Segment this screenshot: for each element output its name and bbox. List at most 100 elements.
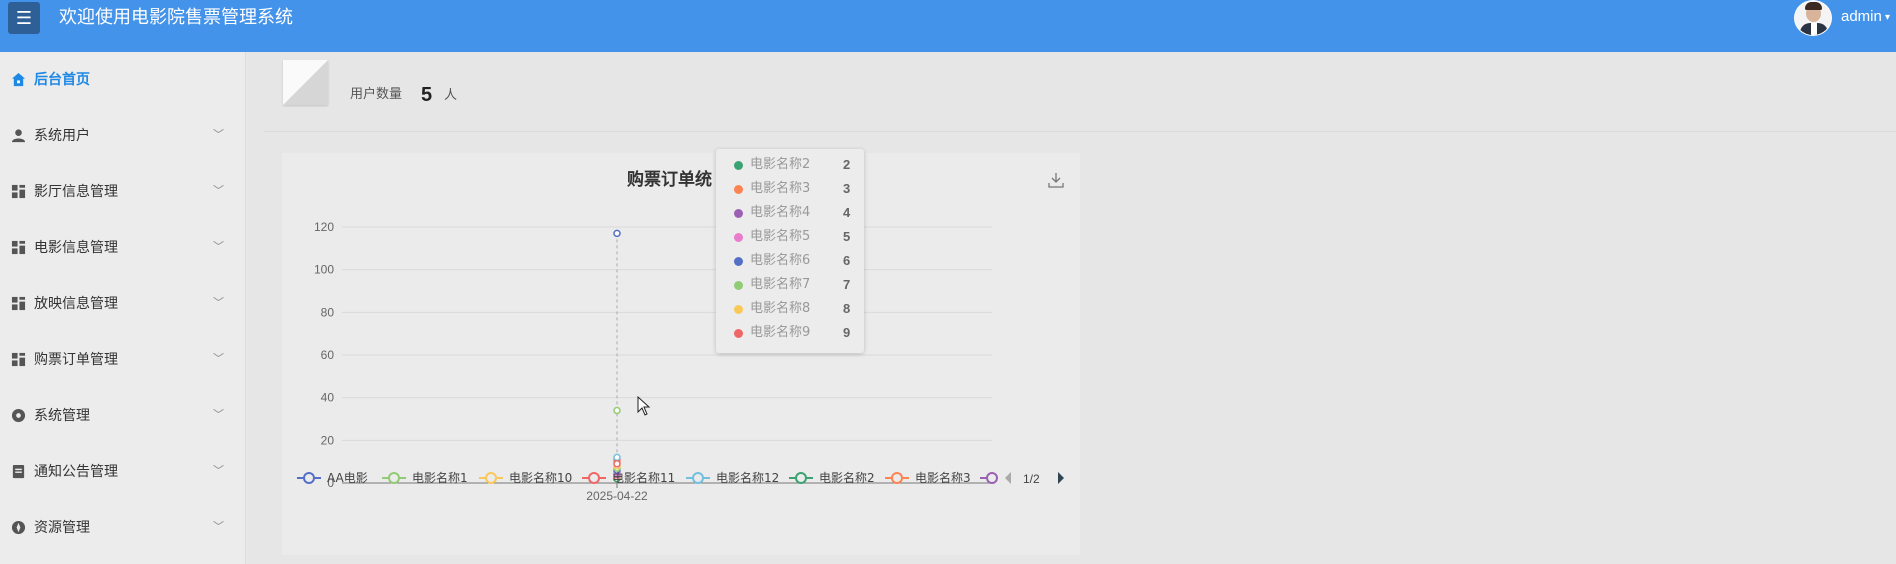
chevron-down-icon: ﹀: [213, 241, 224, 253]
chart-tooltip: 电影名称2 2 电影名称3 3 电影名称4 4 电影名称5 5 电影名称6 6 电影名称7 7 电影名称…: [716, 149, 864, 353]
y-tick-label: 120: [314, 220, 334, 234]
main-content: 用户数量 5 人 0 20 40 60 80 100 120 2025-04-22 AA电影 电影…: [247, 52, 1896, 564]
x-tick-label: 2025-04-22: [586, 489, 648, 503]
y-tick-label: 80: [321, 305, 335, 319]
legend-label: 电影名称3: [915, 470, 971, 485]
tooltip-row: 电影名称5 5: [716, 227, 864, 249]
hamburger-icon[interactable]: ☰: [8, 2, 40, 34]
tooltip-series-name: 电影名称3: [750, 181, 811, 196]
chevron-down-icon: ﹀: [213, 185, 224, 197]
legend-marker: [303, 472, 315, 484]
chevron-down-icon: ﹀: [213, 409, 224, 421]
sidebar-item-label: 通知公告管理: [34, 464, 118, 480]
sidebar-item-system-users[interactable]: 系统用户 ﹀: [0, 116, 246, 156]
stat-value: 5: [421, 84, 433, 106]
chevron-down-icon: ﹀: [213, 297, 224, 309]
download-icon[interactable]: [1048, 172, 1064, 188]
tooltip-row: 电影名称9 9: [716, 323, 864, 345]
order-chart: 0204060801001202025-04-22AA电影 电影名称1 电影名称10…: [297, 220, 1064, 503]
sidebar-item-notice-management[interactable]: 通知公告管理 ﹀: [0, 452, 246, 492]
y-tick-label: 60: [321, 348, 335, 362]
chevron-down-icon: ﹀: [213, 521, 224, 533]
top-header: ☰ 欢迎使用电影院售票管理系统 admin ▾: [0, 0, 1896, 52]
tooltip-series-value: 7: [843, 277, 851, 292]
sidebar-item-home[interactable]: 后台首页: [0, 60, 246, 100]
series-dot-icon: [734, 329, 743, 338]
sidebar-item-resource-management[interactable]: 资源管理 ﹀: [0, 508, 246, 548]
sidebar-item-screening-management[interactable]: 放映信息管理 ﹀: [0, 284, 246, 324]
legend-next-icon[interactable]: [1058, 472, 1064, 484]
series-point-4: [613, 453, 621, 462]
sidebar-item-label: 系统用户: [34, 128, 90, 144]
tooltip-series-name: 电影名称7: [750, 277, 811, 292]
app-title: 欢迎使用电影院售票管理系统: [59, 7, 293, 28]
tooltip-series-value: 5: [843, 229, 851, 244]
tooltip-series-value: 2: [843, 157, 851, 172]
sidebar-item-system-management[interactable]: 系统管理 ﹀: [0, 396, 246, 436]
legend-marker: [588, 472, 600, 484]
gear-icon: [11, 408, 26, 423]
chevron-down-icon[interactable]: ▾: [1885, 8, 1890, 28]
y-tick-label: 20: [321, 433, 335, 447]
legend-marker: [388, 472, 400, 484]
grid-icon: [11, 184, 26, 199]
series-dot-icon: [734, 161, 743, 170]
compass-icon: [11, 520, 26, 535]
grid-icon: [11, 296, 26, 311]
series-dot-icon: [734, 257, 743, 266]
user-name[interactable]: admin: [1841, 7, 1882, 27]
tooltip-series-value: 3: [843, 181, 851, 196]
tooltip-row: 电影名称3 3: [716, 179, 864, 201]
tooltip-series-name: 电影名称2: [750, 157, 811, 172]
series-dot-icon: [734, 305, 743, 314]
sidebar-item-label: 影厅信息管理: [34, 184, 118, 200]
tooltip-row: 电影名称2 2: [716, 155, 864, 177]
sidebar-item-order-management[interactable]: 购票订单管理 ﹀: [0, 340, 246, 380]
order-chart-card: 0 20 40 60 80 100 120 2025-04-22 AA电影 电影名称1 电影名称10…: [282, 153, 1080, 555]
tooltip-series-name: 电影名称5: [750, 229, 811, 244]
legend-label: AA电影: [327, 471, 368, 485]
home-icon: [11, 72, 26, 87]
series-point-12: [613, 460, 621, 468]
chevron-down-icon: ﹀: [213, 353, 224, 365]
sidebar-item-label: 放映信息管理: [34, 296, 118, 312]
chevron-down-icon: ﹀: [213, 465, 224, 477]
document-icon: [12, 464, 25, 479]
series-dot-icon: [734, 209, 743, 218]
y-tick-label: 40: [321, 391, 335, 405]
series-dot-icon: [734, 281, 743, 290]
stat-label: 用户数量: [350, 87, 403, 102]
series-dot-icon: [734, 185, 743, 194]
legend-label: 电影名称12: [716, 470, 779, 485]
tooltip-series-value: 4: [843, 205, 851, 220]
grid-icon: [11, 352, 26, 367]
legend-marker: [891, 472, 903, 484]
y-tick-label: 100: [314, 263, 334, 277]
mouse-cursor-icon: [637, 396, 651, 416]
tooltip-series-name: 电影名称6: [750, 253, 811, 268]
sidebar-item-hall-management[interactable]: 影厅信息管理 ﹀: [0, 172, 246, 212]
legend-marker: [692, 472, 704, 484]
stat-unit: 人: [444, 88, 458, 103]
legend-label: 电影名称11: [612, 470, 675, 485]
tooltip-row: 电影名称8 8: [716, 299, 864, 321]
legend-label: 电影名称10: [509, 470, 572, 485]
sidebar-item-label: 资源管理: [34, 520, 90, 536]
legend-marker: [485, 472, 497, 484]
legend-label: 电影名称1: [412, 470, 468, 485]
tooltip-series-name: 电影名称8: [750, 301, 811, 316]
legend-page-indicator: 1/2: [1023, 472, 1040, 486]
sidebar-item-movie-management[interactable]: 电影信息管理 ﹀: [0, 228, 246, 268]
stat-card-users: 用户数量 5 人: [264, 52, 1896, 132]
tooltip-row: 电影名称6 6: [716, 251, 864, 273]
tooltip-series-name: 电影名称4: [750, 205, 811, 220]
tooltip-series-value: 6: [843, 253, 851, 268]
avatar[interactable]: [1794, 0, 1832, 36]
sidebar-item-label: 后台首页: [34, 72, 90, 88]
grid-icon: [11, 240, 26, 255]
tooltip-series-value: 8: [843, 301, 851, 316]
chevron-down-icon: ﹀: [213, 129, 224, 141]
sidebar: 后台首页 系统用户 ﹀ 影厅信息管理 ﹀ 电影信息管理 ﹀ 放映信息管理 ﹀ 购…: [0, 52, 246, 564]
legend-label: 电影名称2: [819, 470, 875, 485]
legend-prev-icon[interactable]: [1005, 472, 1011, 484]
